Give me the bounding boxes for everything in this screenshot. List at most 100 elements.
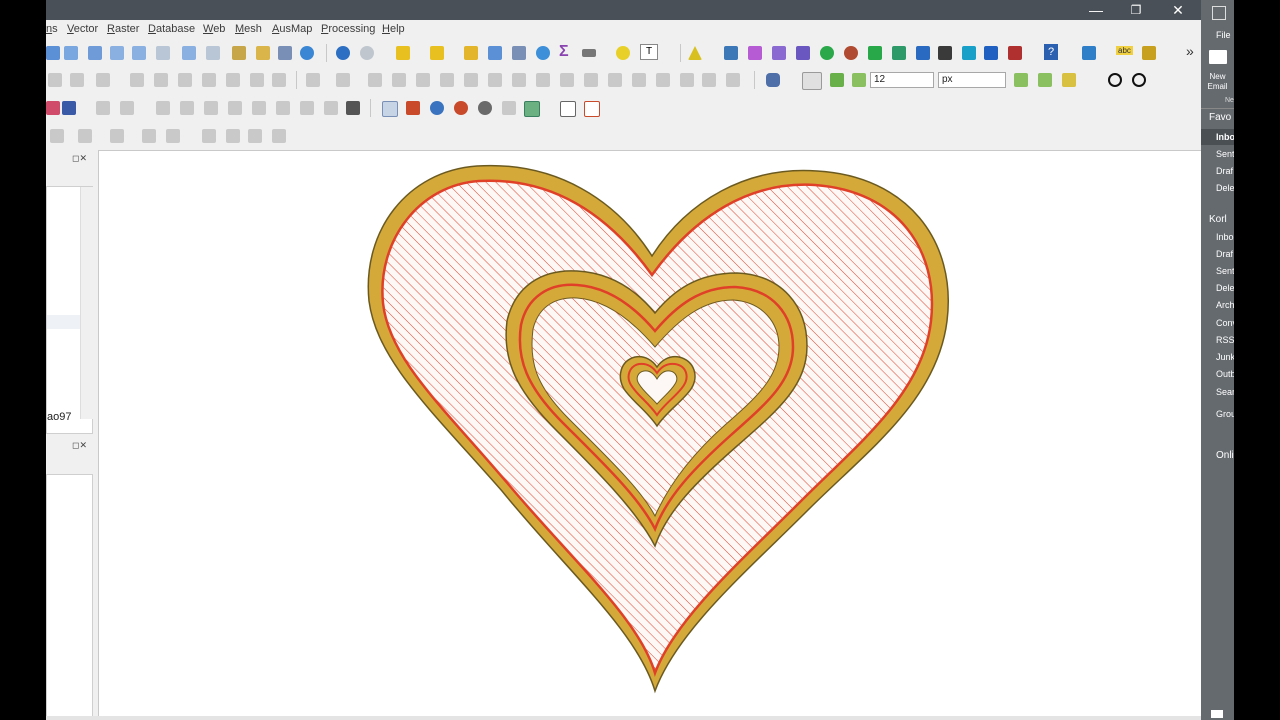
advanced-digitize-icon-8[interactable] <box>488 73 502 87</box>
advanced-digitize-icon-11[interactable] <box>560 73 574 87</box>
action-icon[interactable] <box>360 46 374 60</box>
advanced-digitize-icon-17[interactable] <box>702 73 716 87</box>
menu-help[interactable]: Help <box>382 23 405 35</box>
layer-tool-icon-3[interactable] <box>96 101 110 115</box>
topological-editing-icon[interactable] <box>1014 73 1028 87</box>
map-canvas[interactable] <box>98 150 1201 719</box>
layer-tool-icon-5[interactable] <box>156 101 170 115</box>
deselect-icon[interactable] <box>464 46 478 60</box>
fav-drafts[interactable]: Draf <box>1216 166 1233 176</box>
new-email-icon[interactable] <box>1209 50 1227 64</box>
menu-raster[interactable]: Raster <box>107 23 139 35</box>
advanced-digitize-icon-1[interactable] <box>306 73 320 87</box>
advanced-digitize-icon-2[interactable] <box>336 73 350 87</box>
menu-database[interactable]: Database <box>148 23 195 35</box>
copy-icon[interactable] <box>202 73 216 87</box>
shape-tool-icon-4[interactable] <box>142 129 156 143</box>
browser-panel-controls[interactable]: ◻✕ <box>72 440 87 451</box>
new-email-button[interactable]: New Email <box>1201 72 1234 92</box>
layer-tool-icon-16[interactable] <box>502 101 516 115</box>
statistics-sum-icon[interactable]: Σ <box>559 43 569 61</box>
text-annotation-icon[interactable]: T <box>640 44 658 60</box>
snap-mode-icon[interactable] <box>830 73 844 87</box>
plugin-icon-6[interactable] <box>868 46 882 60</box>
advanced-digitize-icon-18[interactable] <box>726 73 740 87</box>
layer-tool-icon-19[interactable] <box>584 101 600 117</box>
mail-nav-icon[interactable] <box>1211 710 1223 718</box>
layer-tool-icon-17[interactable] <box>524 101 540 117</box>
layer-tool-icon-9[interactable] <box>252 101 266 115</box>
folder-search[interactable]: Sear <box>1216 387 1234 397</box>
field-calculator-icon[interactable] <box>512 46 526 60</box>
select-features-icon[interactable] <box>396 46 410 60</box>
zoom-last-icon[interactable] <box>182 46 196 60</box>
shape-tool-icon-5[interactable] <box>166 129 180 143</box>
select-by-value-icon[interactable] <box>430 46 444 60</box>
python-console-icon[interactable] <box>724 46 738 60</box>
zoom-out-icon[interactable] <box>64 46 78 60</box>
cut-icon[interactable] <box>178 73 192 87</box>
folder-online-archive[interactable]: Onli <box>1216 450 1234 461</box>
shape-tool-icon-1[interactable] <box>50 129 64 143</box>
map-tips-icon[interactable] <box>616 46 630 60</box>
layer-row-highlight[interactable] <box>47 315 80 329</box>
advanced-digitize-icon-6[interactable] <box>440 73 454 87</box>
folder-conversation-history[interactable]: Conv <box>1216 318 1234 328</box>
shape-tool-icon-7[interactable] <box>226 129 240 143</box>
layer-tool-icon-10[interactable] <box>276 101 290 115</box>
folder-groups[interactable]: Grou <box>1216 409 1234 419</box>
rotate-counterclockwise-icon[interactable] <box>1132 73 1146 87</box>
snap-type-icon[interactable] <box>852 73 866 87</box>
advanced-digitize-icon-4[interactable] <box>392 73 406 87</box>
advanced-digitize-icon-14[interactable] <box>632 73 646 87</box>
digitize-icon-4[interactable] <box>130 73 144 87</box>
plugin-icon-7[interactable] <box>892 46 906 60</box>
paste-icon[interactable] <box>226 73 240 87</box>
snapping-tolerance-spinbox[interactable]: 12 <box>870 72 934 88</box>
plugin-icon-10[interactable] <box>962 46 976 60</box>
help-icon[interactable]: ? <box>1044 44 1058 60</box>
favorites-header[interactable]: Favo <box>1209 112 1231 123</box>
plugin-icon-3[interactable] <box>796 46 810 60</box>
zoom-layer-icon[interactable] <box>132 46 146 60</box>
folder-rss[interactable]: RSS I <box>1216 335 1234 345</box>
menu-plugins[interactable]: ns <box>46 23 58 35</box>
shape-tool-icon-2[interactable] <box>78 129 92 143</box>
plugin-icon-11[interactable] <box>984 46 998 60</box>
menu-processing[interactable]: Processing <box>321 23 375 35</box>
folder-inbox[interactable]: Inbo <box>1216 232 1234 242</box>
menu-mesh[interactable]: Mesh <box>235 23 262 35</box>
close-button[interactable]: ✕ <box>1158 0 1198 20</box>
menu-vector[interactable]: Vector <box>67 23 98 35</box>
folder-junk[interactable]: Junk <box>1216 352 1234 362</box>
layer-tool-icon-13[interactable] <box>382 101 398 117</box>
zoom-selection-icon[interactable] <box>110 46 124 60</box>
digitize-icon-3[interactable] <box>96 73 110 87</box>
folder-archive[interactable]: Arch <box>1216 300 1234 310</box>
plugin-icon-14[interactable] <box>1142 46 1156 60</box>
measure-icon[interactable] <box>582 49 596 57</box>
mail-file-tab[interactable]: File <box>1216 30 1231 40</box>
self-snapping-icon[interactable] <box>1062 73 1076 87</box>
advanced-digitize-icon-15[interactable] <box>656 73 670 87</box>
plugin-icon-4[interactable] <box>820 46 834 60</box>
layer-tool-icon-7[interactable] <box>204 101 218 115</box>
zoom-full-icon[interactable] <box>88 46 102 60</box>
plugin-icon-13[interactable] <box>1082 46 1096 60</box>
folder-deleted[interactable]: Dele <box>1216 283 1234 293</box>
plugin-icon-1[interactable] <box>748 46 762 60</box>
advanced-digitize-icon-5[interactable] <box>416 73 430 87</box>
layer-tool-icon-4[interactable] <box>120 101 134 115</box>
folder-outbox[interactable]: Outb <box>1216 369 1234 379</box>
layers-panel-controls[interactable]: ◻✕ <box>72 153 87 164</box>
menu-web[interactable]: Web <box>203 23 225 35</box>
snapping-units-select[interactable]: px <box>938 72 1006 88</box>
digitize-icon-2[interactable] <box>70 73 84 87</box>
redo-icon[interactable] <box>272 73 286 87</box>
layer-tool-icon-11[interactable] <box>300 101 314 115</box>
database-icon[interactable] <box>766 73 780 87</box>
layer-tool-icon-6[interactable] <box>180 101 194 115</box>
layer-tool-icon-12[interactable] <box>324 101 338 115</box>
advanced-digitize-icon-3[interactable] <box>368 73 382 87</box>
labeling-icon[interactable]: abc <box>1116 46 1133 55</box>
